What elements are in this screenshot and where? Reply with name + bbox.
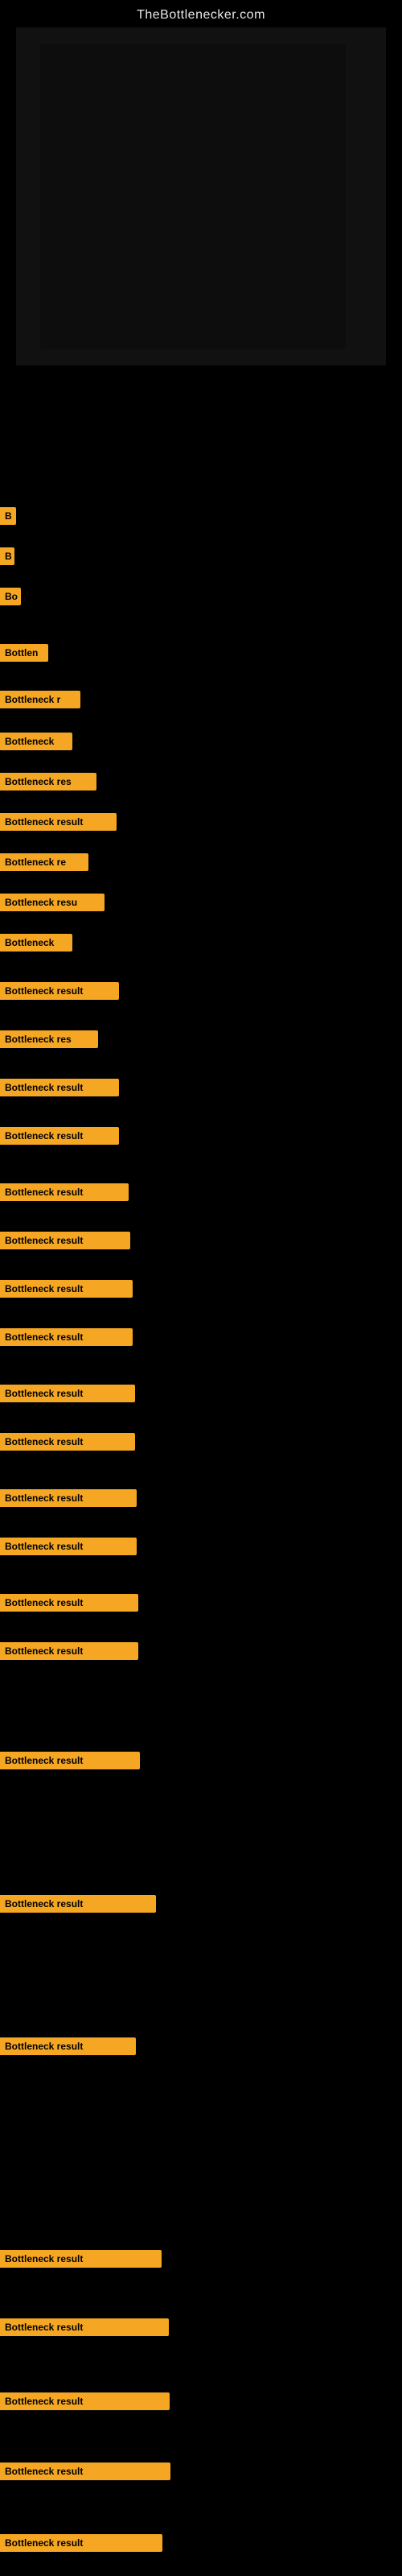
bottleneck-bar-row: Bottleneck result: [0, 813, 117, 831]
bottleneck-bar-row: Bottleneck result: [0, 2037, 136, 2055]
bottleneck-bar-row: Bottleneck result: [0, 982, 119, 1000]
bottleneck-bar-row: Bottleneck re: [0, 853, 88, 871]
bottleneck-bar: Bottleneck res: [0, 1030, 98, 1048]
bottleneck-bar: Bottleneck result: [0, 1385, 135, 1402]
bottleneck-bar-row: Bottleneck result: [0, 1127, 119, 1145]
bottleneck-bar-row: Bottleneck: [0, 733, 72, 750]
bottleneck-bar: Bottleneck result: [0, 1538, 137, 1555]
bottleneck-bar-row: Bottleneck resu: [0, 894, 105, 911]
bottleneck-bar: Bottleneck result: [0, 2250, 162, 2268]
bottleneck-bar-row: Bottleneck result: [0, 1280, 133, 1298]
main-chart: [16, 27, 386, 365]
bottleneck-bar: Bottleneck result: [0, 1489, 137, 1507]
bottleneck-bar-row: Bottleneck result: [0, 2392, 170, 2410]
bottleneck-bar: Bottleneck result: [0, 1594, 138, 1612]
bottleneck-bar: Bottleneck result: [0, 1642, 138, 1660]
bottleneck-bar-row: Bottleneck result: [0, 2318, 169, 2336]
bottleneck-bar: Bottleneck result: [0, 1127, 119, 1145]
bottleneck-bar: Bottleneck result: [0, 1183, 129, 1201]
bottleneck-bar-row: Bottleneck result: [0, 1895, 156, 1913]
bottleneck-bar-row: Bottleneck result: [0, 1433, 135, 1451]
bottleneck-bar-row: Bottleneck result: [0, 1752, 140, 1769]
bottleneck-bar: Bottleneck result: [0, 2037, 136, 2055]
bottleneck-bar: Bottleneck result: [0, 1280, 133, 1298]
bottleneck-bar: Bottleneck result: [0, 2318, 169, 2336]
bottleneck-bar: Bottleneck result: [0, 1752, 140, 1769]
bottleneck-bar: Bottleneck: [0, 934, 72, 952]
bottleneck-bar: Bottleneck result: [0, 1232, 130, 1249]
bottleneck-bar-row: Bottleneck result: [0, 2250, 162, 2268]
bottleneck-bar: Bottleneck result: [0, 2392, 170, 2410]
bottleneck-bar: B: [0, 547, 14, 565]
bottleneck-bar-row: Bottleneck result: [0, 1642, 138, 1660]
site-title: TheBottlenecker.com: [0, 0, 402, 27]
bottleneck-bar-row: Bottlen: [0, 644, 48, 662]
bottleneck-bar: Bottleneck result: [0, 2462, 170, 2480]
bottleneck-bar: Bo: [0, 588, 21, 605]
bottleneck-bar-row: Bottleneck result: [0, 2534, 162, 2552]
bottleneck-bar: Bottleneck result: [0, 1895, 156, 1913]
bottleneck-bar-row: Bottleneck result: [0, 1538, 137, 1555]
bottleneck-bar-row: Bo: [0, 588, 21, 605]
chart-svg: [16, 27, 386, 365]
bottleneck-bar: Bottleneck r: [0, 691, 80, 708]
bottleneck-bar-row: Bottleneck result: [0, 1079, 119, 1096]
bottleneck-bar: Bottleneck result: [0, 813, 117, 831]
bottleneck-bar: Bottleneck result: [0, 1328, 133, 1346]
bottleneck-bar-row: Bottleneck result: [0, 1594, 138, 1612]
bottleneck-bar-row: Bottleneck result: [0, 2462, 170, 2480]
bottleneck-bar: Bottleneck resu: [0, 894, 105, 911]
bottleneck-bar: B: [0, 507, 16, 525]
bottleneck-bar-row: Bottleneck result: [0, 1385, 135, 1402]
bottleneck-bar-row: Bottleneck: [0, 934, 72, 952]
bottleneck-bar-row: Bottleneck res: [0, 773, 96, 791]
bottleneck-bar: Bottleneck result: [0, 2534, 162, 2552]
bottleneck-bar: Bottleneck re: [0, 853, 88, 871]
bottleneck-bar: Bottleneck: [0, 733, 72, 750]
bottleneck-bar: Bottleneck result: [0, 982, 119, 1000]
bottleneck-bar: Bottleneck result: [0, 1079, 119, 1096]
bottleneck-bar-row: Bottleneck result: [0, 1183, 129, 1201]
bottleneck-bar-row: Bottleneck result: [0, 1328, 133, 1346]
bottleneck-bar-row: Bottleneck result: [0, 1489, 137, 1507]
bottleneck-bar-row: Bottleneck result: [0, 1232, 130, 1249]
bottleneck-bar: Bottleneck result: [0, 1433, 135, 1451]
bottleneck-bar-row: B: [0, 547, 14, 565]
bottleneck-bar-row: Bottleneck res: [0, 1030, 98, 1048]
bottleneck-bar: Bottlen: [0, 644, 48, 662]
bottleneck-bar: Bottleneck res: [0, 773, 96, 791]
bottleneck-bar-row: B: [0, 507, 16, 525]
bottleneck-bar-row: Bottleneck r: [0, 691, 80, 708]
